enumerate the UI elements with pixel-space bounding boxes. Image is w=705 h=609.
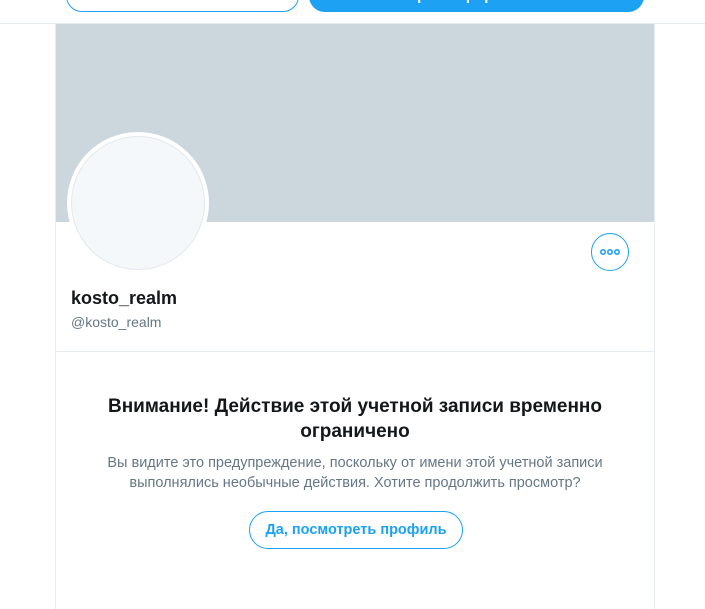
view-profile-button[interactable]: Да, посмотреть профиль <box>249 511 463 549</box>
avatar-placeholder <box>71 136 205 270</box>
top-bar: Войти Зарегистрироваться <box>0 0 705 24</box>
more-options-button[interactable] <box>591 233 629 271</box>
signup-button[interactable]: Зарегистрироваться <box>309 0 644 12</box>
more-horizontal-icon <box>600 249 620 255</box>
warning-title: Внимание! Действие этой учетной записи в… <box>107 396 603 442</box>
profile-display-name: kosto_realm <box>71 288 178 308</box>
login-button[interactable]: Войти <box>66 0 299 12</box>
section-divider <box>56 351 654 352</box>
profile-card: kosto_realm @kosto_realm Внимание! Дейст… <box>55 24 655 609</box>
avatar <box>67 132 209 274</box>
warning-description: Вы видите это предупреждение, поскольку … <box>107 455 603 491</box>
profile-handle: @kosto_realm <box>71 314 162 330</box>
